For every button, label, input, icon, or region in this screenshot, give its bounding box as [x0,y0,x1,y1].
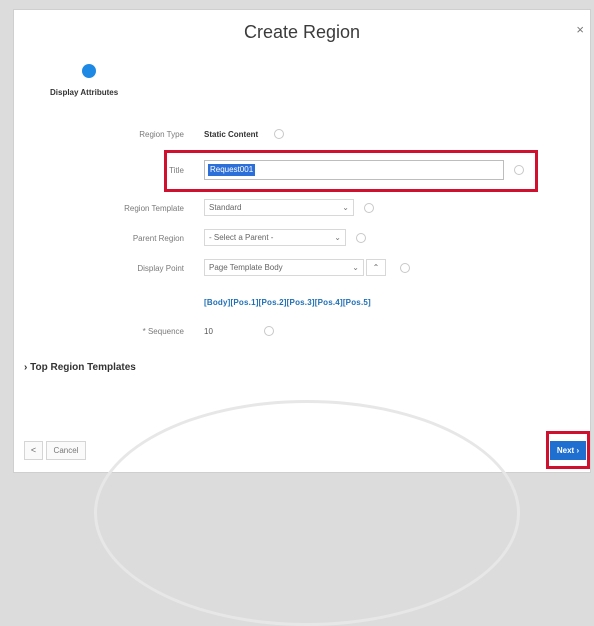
chevron-down-icon: ⌄ [342,203,349,212]
chevron-right-icon: › [576,446,580,455]
help-icon[interactable] [514,165,524,175]
cancel-button[interactable]: Cancel [46,441,86,460]
chevron-down-icon: ⌄ [334,233,341,242]
display-point-label: Display Point [137,264,184,273]
help-icon[interactable] [274,129,284,139]
display-point-picker-button[interactable]: ⌃ [366,259,386,276]
dialog-title: Create Region [243,22,361,42]
display-point-select[interactable]: Page Template Body ⌄ [204,259,364,276]
title-label: * Title [163,166,184,175]
sequence-value[interactable]: 10 [204,327,213,336]
back-button[interactable]: < [24,441,43,460]
wizard-step-indicator [82,64,96,78]
region-type-label: Region Type [139,130,184,139]
region-template-select[interactable]: Standard ⌄ [204,199,354,216]
help-icon[interactable] [264,326,274,336]
close-icon[interactable]: × [576,22,584,37]
next-button[interactable]: Next › [550,441,586,460]
help-icon[interactable] [400,263,410,273]
sequence-label: * Sequence [142,327,184,336]
help-icon[interactable] [364,203,374,213]
title-input-value: Request001 [208,164,256,176]
chevron-up-icon: ⌃ [372,263,380,272]
parent-region-label: Parent Region [132,234,184,243]
region-template-label: Region Template [124,204,184,213]
chevron-right-icon: › [24,362,28,373]
parent-region-value: - Select a Parent - [209,233,274,242]
watermark-arc [94,400,520,626]
chevron-down-icon: ⌄ [352,263,359,272]
display-point-value: Page Template Body [209,263,283,272]
top-region-templates-toggle[interactable]: › Top Region Templates [24,362,136,373]
help-icon[interactable] [356,233,366,243]
region-template-value: Standard [209,203,242,212]
title-input[interactable]: Request001 [204,160,504,180]
create-region-dialog: Create Region × Display Attributes Regio… [14,10,590,626]
region-type-value: Static Content [204,130,259,139]
wizard-step-label: Display Attributes [50,88,119,97]
parent-region-select[interactable]: - Select a Parent - ⌄ [204,229,346,246]
position-tokens[interactable]: [Body][Pos.1][Pos.2][Pos.3][Pos.4][Pos.5… [204,298,371,307]
